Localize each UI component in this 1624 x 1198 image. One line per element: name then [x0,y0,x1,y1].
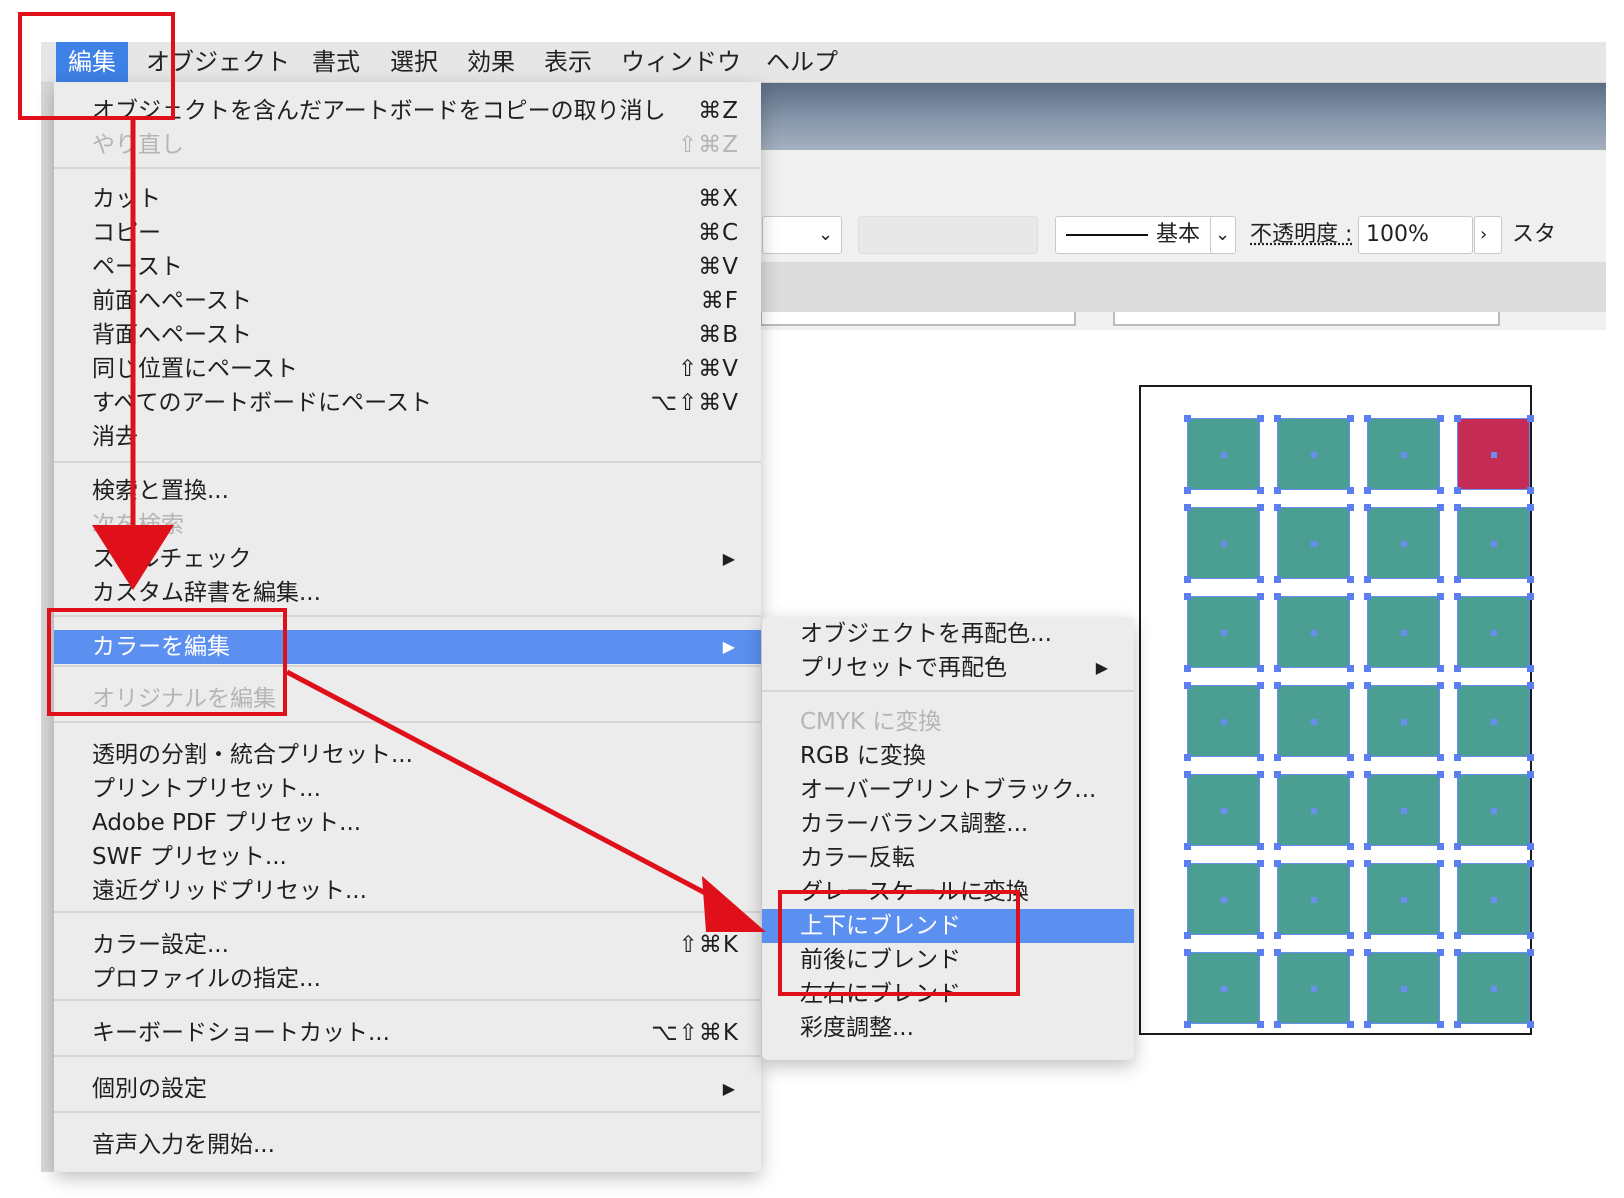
annotation-arrow-diagonal-head [702,876,766,932]
annotation-arrow-down-head [92,525,174,590]
annotation-arrows [92,120,766,932]
annotation-arrow-diagonal-line [285,669,728,907]
